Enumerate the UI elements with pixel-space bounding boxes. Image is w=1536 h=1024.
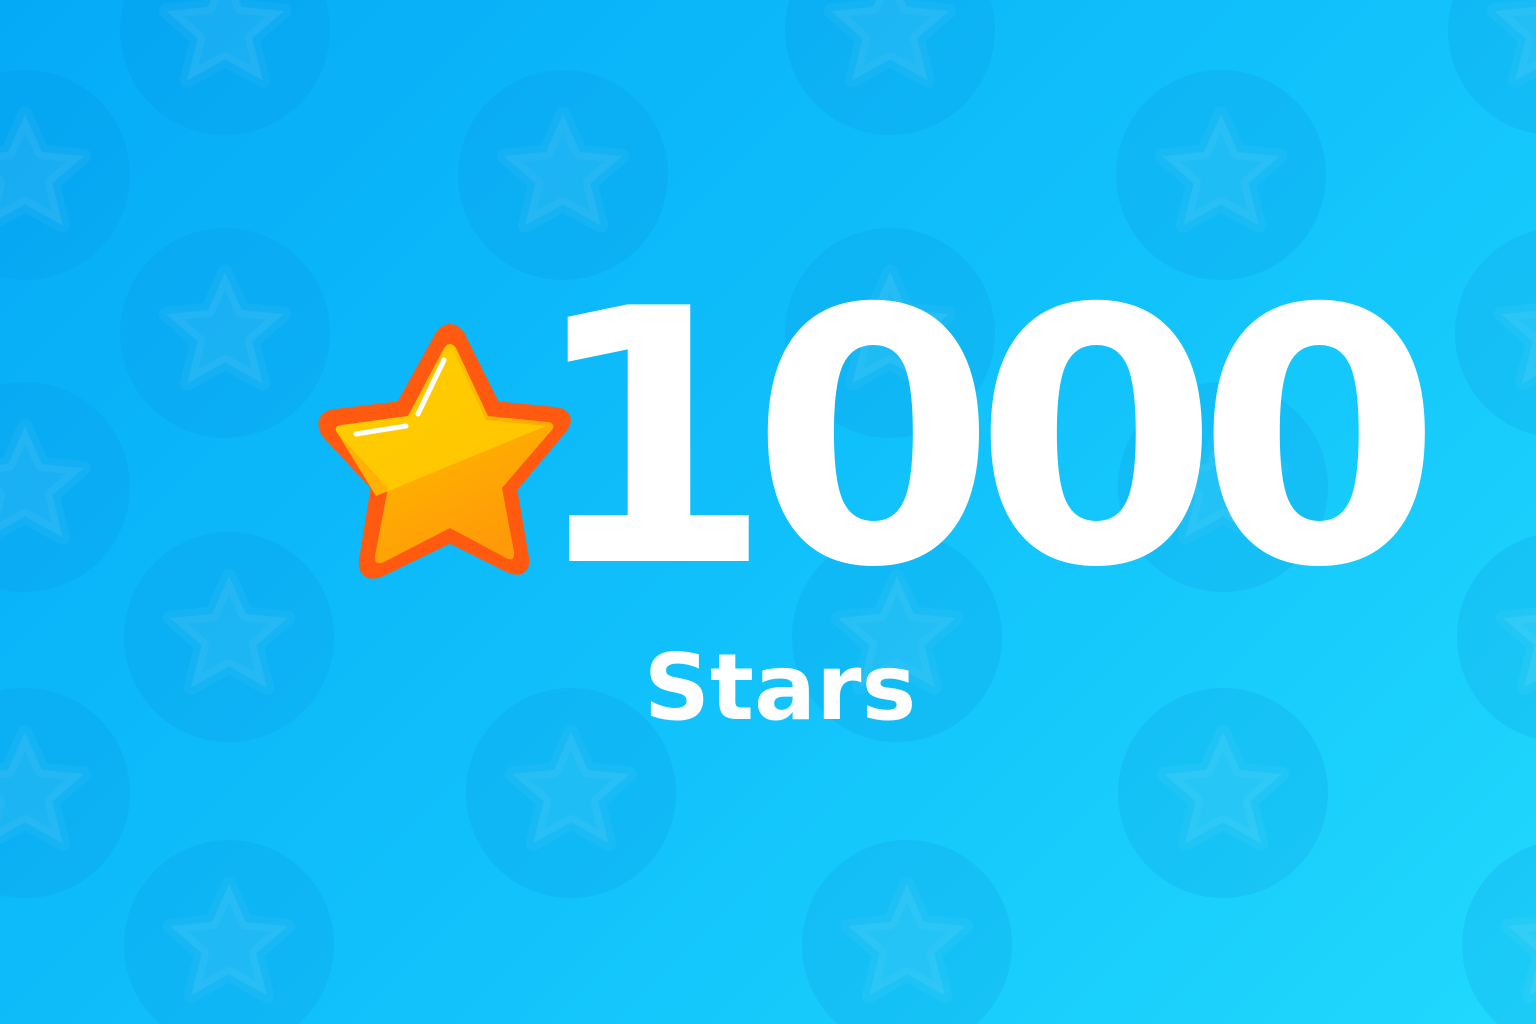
milestone-label: Stars bbox=[643, 634, 917, 741]
milestone-hero: 1000 Stars bbox=[0, 0, 1536, 1024]
milestone-count: 1000 bbox=[528, 235, 1442, 645]
milestone-banner: 1000 Stars bbox=[0, 0, 1536, 1024]
